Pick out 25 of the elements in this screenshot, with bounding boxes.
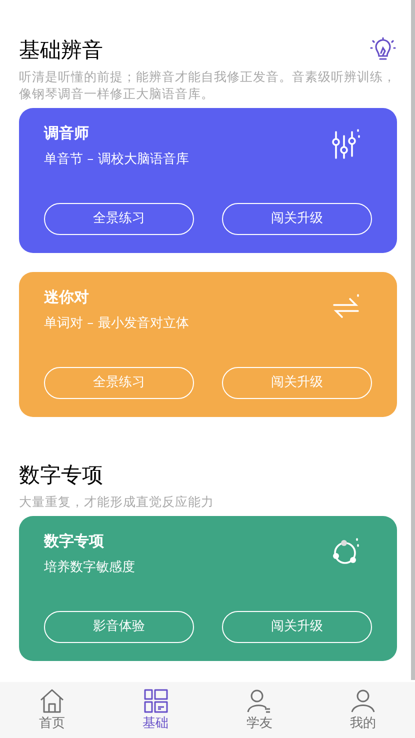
section-title: 数字专项 <box>19 462 103 489</box>
card-action-button[interactable]: 全景练习 <box>44 203 194 235</box>
user-icon <box>351 689 376 713</box>
section-description: 大量重复，才能形成直觉反应能力 <box>19 493 215 510</box>
grid-icon <box>144 689 168 713</box>
card-title: 迷你对 <box>44 287 90 308</box>
section-title: 基础辨音 <box>19 37 103 64</box>
tab-item[interactable]: 学友 <box>208 682 312 738</box>
scrollbar[interactable] <box>411 0 415 680</box>
card-action-button[interactable]: 闯关升级 <box>222 611 372 643</box>
card-subtitle: 培养数字敏感度 <box>44 559 135 577</box>
tab-item[interactable]: 我的 <box>311 682 415 738</box>
lightbulb-icon[interactable] <box>370 37 396 63</box>
tab-item[interactable]: 首页 <box>0 682 104 738</box>
card-subtitle: 单音节 – 调校大脑语音库 <box>44 151 189 169</box>
section-description: 听清是听懂的前提；能辨音才能自我修正发音。音素级听辨训练，像钢琴调音一样修正大脑语音库。 <box>19 68 397 102</box>
card-action-button[interactable]: 影音体验 <box>44 611 194 643</box>
card-title: 调音师 <box>44 123 90 144</box>
card-subtitle: 单词对 – 最小发音对立体 <box>44 315 189 333</box>
user-list-icon <box>247 689 272 713</box>
card-action-button[interactable]: 闯关升级 <box>222 203 372 235</box>
home-icon <box>38 689 65 713</box>
sliders-icon <box>330 128 362 160</box>
card-title: 数字专项 <box>44 531 105 552</box>
tab-item[interactable]: 基础 <box>104 682 208 738</box>
